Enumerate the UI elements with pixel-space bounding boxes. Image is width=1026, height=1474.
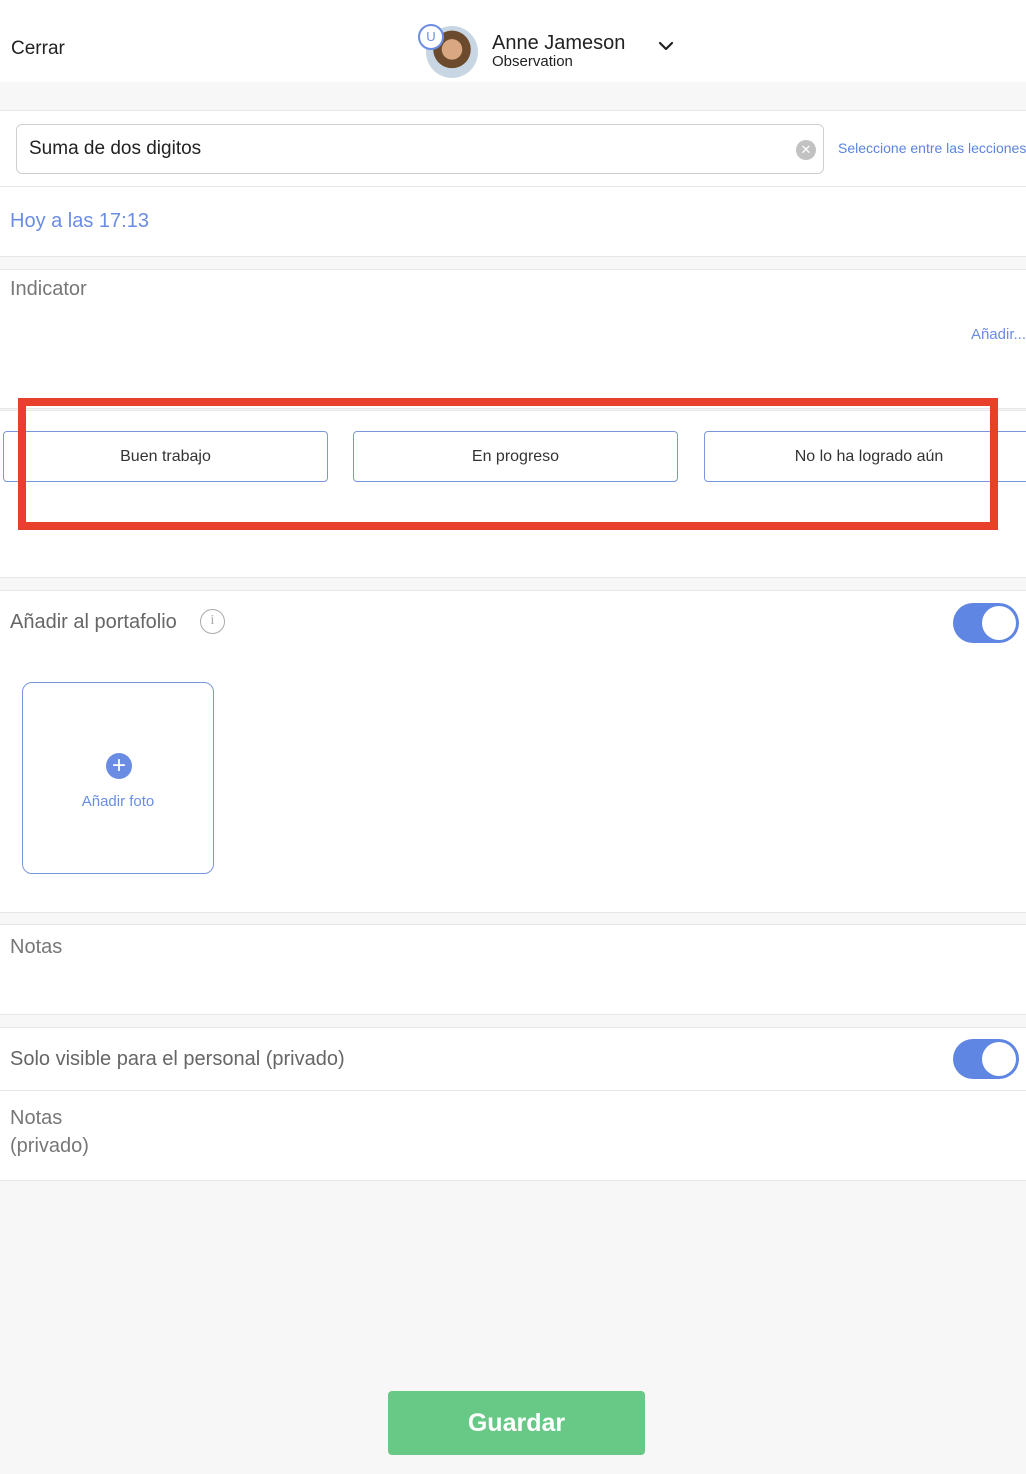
private-notes-label-line1: Notas: [10, 1107, 63, 1129]
save-button[interactable]: Guardar: [388, 1391, 645, 1455]
avatar: U: [418, 24, 478, 78]
close-button[interactable]: Cerrar: [11, 38, 65, 60]
rating-in-progress-button[interactable]: En progreso: [353, 431, 678, 482]
date-section: [0, 187, 1026, 257]
private-toggle[interactable]: [953, 1039, 1019, 1079]
notes-section[interactable]: [0, 924, 1026, 1015]
portfolio-label: Añadir al portafolio: [10, 611, 177, 633]
portfolio-toggle[interactable]: [953, 603, 1019, 643]
add-photo-label: Añadir foto: [81, 793, 155, 810]
top-bar: Cerrar U Anne Jameson Observation: [0, 0, 1026, 82]
private-label: Solo visible para el personal (privado): [10, 1048, 345, 1070]
student-selector[interactable]: U Anne Jameson Observation: [418, 24, 625, 78]
avatar-badge: U: [418, 24, 444, 50]
rating-good-job-button[interactable]: Buen trabajo: [3, 431, 328, 482]
add-indicator-link[interactable]: Añadir...: [971, 326, 1026, 343]
plus-icon: +: [106, 753, 132, 779]
chevron-down-icon[interactable]: [658, 38, 674, 54]
private-notes-label: Notas (privado): [10, 1104, 89, 1160]
observation-type: Observation: [492, 53, 573, 70]
notes-label: Notas: [10, 936, 63, 958]
info-icon[interactable]: i: [200, 609, 225, 634]
indicator-section: [0, 269, 1026, 409]
private-notes-label-line2: (privado): [10, 1135, 89, 1157]
add-photo-button[interactable]: + Añadir foto: [22, 682, 214, 874]
indicator-label: Indicator: [10, 278, 87, 300]
lesson-input-value: Suma de dos digitos: [29, 138, 202, 159]
student-name: Anne Jameson: [492, 32, 626, 54]
private-notes-section[interactable]: [0, 1091, 1026, 1181]
select-lessons-link[interactable]: Seleccione entre las lecciones: [838, 140, 1026, 156]
clear-icon[interactable]: ✕: [796, 140, 816, 160]
date-picker[interactable]: Hoy a las 17:13: [10, 210, 149, 233]
lesson-input[interactable]: Suma de dos digitos ✕: [16, 124, 824, 174]
rating-not-yet-button[interactable]: No lo ha logrado aún: [704, 431, 1026, 482]
